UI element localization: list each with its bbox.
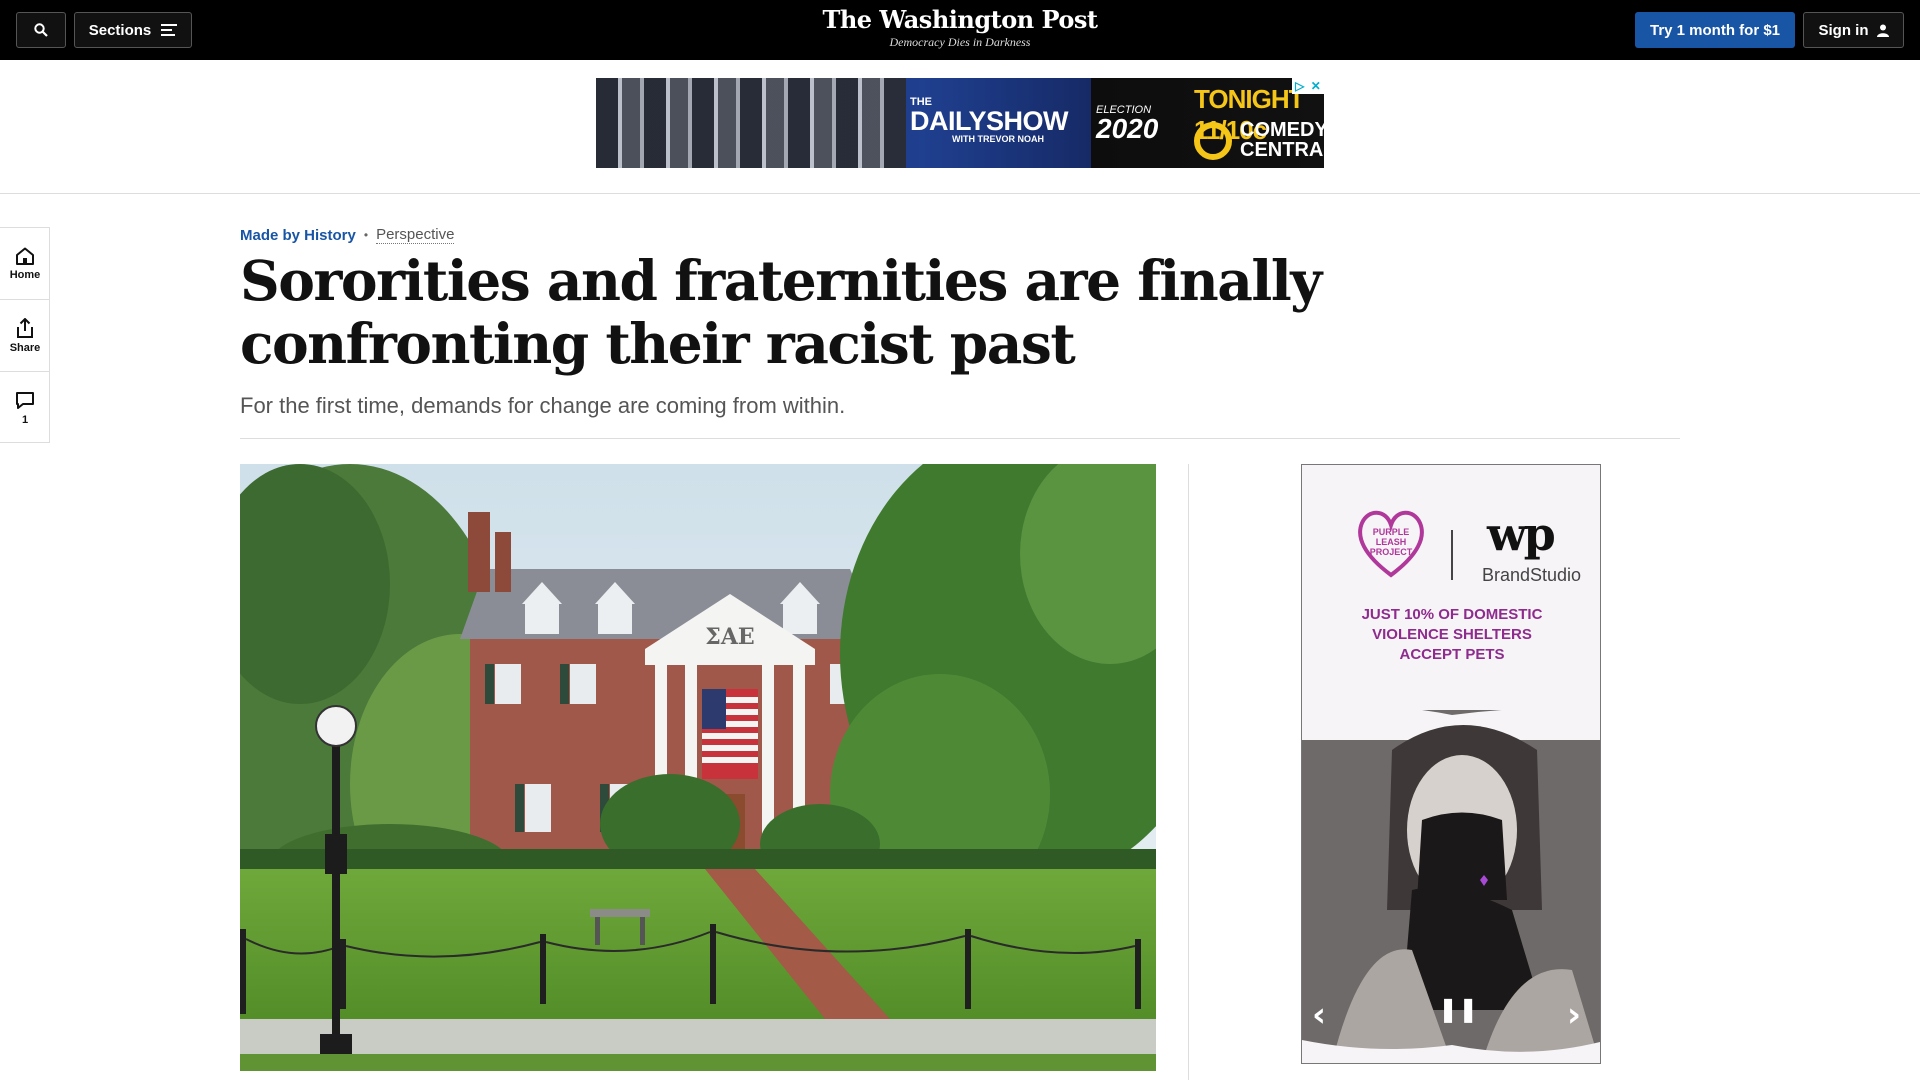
subscribe-button[interactable]: Try 1 month for $1 bbox=[1635, 12, 1795, 48]
rail-share-button[interactable]: Share bbox=[0, 300, 50, 372]
rail-comments-count: 1 bbox=[21, 413, 29, 426]
column-divider bbox=[1188, 464, 1189, 1080]
ad-copy-line-2: VIOLENCE SHELTERS bbox=[1372, 626, 1532, 643]
ad-election: ELECTION 2020 bbox=[1096, 104, 1159, 144]
rail-home-button[interactable]: Home bbox=[0, 228, 50, 300]
ad-network-line2: CENTRAL bbox=[1240, 139, 1324, 161]
ad-headline: JUST 10% OF DOMESTIC VIOLENCE SHELTERS A… bbox=[1322, 605, 1582, 665]
ad-pause-button[interactable]: ❚❚ bbox=[1438, 995, 1478, 1023]
logo-line-2: LEASH bbox=[1375, 537, 1407, 547]
ad-prev-arrow[interactable]: ‹ bbox=[1312, 995, 1326, 1035]
article-subheadline: For the first time, demands for change a… bbox=[240, 393, 846, 418]
article-headline: Sororities and fraternities are finally … bbox=[240, 248, 1322, 376]
article-side-rail: Home Share 1 bbox=[0, 227, 50, 443]
logo-divider bbox=[1451, 530, 1453, 580]
fraternity-house-image: ΣΑΕ bbox=[240, 464, 1156, 1071]
rail-share-label: Share bbox=[9, 341, 41, 354]
article-kicker: Made by History • Perspective bbox=[240, 226, 455, 244]
user-icon bbox=[1876, 24, 1889, 37]
logo-line-1: PURPLE bbox=[1372, 527, 1410, 537]
greek-letters: ΣΑΕ bbox=[705, 624, 754, 650]
ad-choices-icon[interactable]: ▷ ✕ bbox=[1292, 78, 1324, 94]
lead-photo[interactable]: ΣΑΕ bbox=[240, 464, 1156, 1071]
logo-line-3: PROJECT bbox=[1369, 547, 1413, 557]
share-icon bbox=[17, 317, 33, 338]
perspective-label[interactable]: Perspective bbox=[376, 226, 455, 244]
ad-info-icon: ▷ bbox=[1295, 79, 1305, 93]
masthead-name: The Washington Post bbox=[822, 5, 1098, 34]
brandstudio-label: BrandStudio bbox=[1482, 565, 1582, 585]
masthead-tagline: Democracy Dies in Darkness bbox=[889, 35, 1031, 49]
comedy-central-logo bbox=[1194, 122, 1232, 160]
home-icon bbox=[16, 247, 34, 265]
sign-in-label: Sign in bbox=[1818, 21, 1869, 39]
hamburger-icon bbox=[161, 24, 178, 36]
sections-label: Sections bbox=[88, 21, 152, 39]
search-icon bbox=[34, 23, 48, 37]
rail-home-label: Home bbox=[9, 268, 41, 281]
rail-comments-button[interactable]: 1 bbox=[0, 372, 50, 444]
top-navigation: Sections The Washington Post Democracy D… bbox=[0, 0, 1920, 60]
ad-cast-photo bbox=[596, 78, 906, 168]
ad-network: COMEDY CENTRAL bbox=[1240, 120, 1324, 160]
comment-icon bbox=[16, 391, 34, 409]
ad-close-icon[interactable]: ✕ bbox=[1311, 79, 1321, 93]
ad-next-arrow[interactable]: › bbox=[1567, 995, 1581, 1035]
ad-copy-line-3: ACCEPT PETS bbox=[1399, 646, 1505, 663]
purple-leash-logo-text: PURPLE LEASH PROJECT bbox=[1360, 527, 1422, 557]
sign-in-button[interactable]: Sign in bbox=[1803, 12, 1904, 48]
ad-copy-line-1: JUST 10% OF DOMESTIC bbox=[1361, 606, 1543, 623]
ad-election-year: 2020 bbox=[1096, 113, 1159, 144]
section-link[interactable]: Made by History bbox=[240, 227, 356, 244]
sections-button[interactable]: Sections bbox=[74, 12, 192, 48]
ad-network-line1: COMEDY bbox=[1240, 119, 1324, 141]
masthead-logo[interactable]: The Washington Post Democracy Dies in Da… bbox=[760, 6, 1160, 50]
header-divider bbox=[240, 438, 1680, 439]
ad-show-name: DAILYSHOW bbox=[910, 106, 1069, 136]
ad-show-title: THE DAILYSHOW WITH TREVOR NOAH bbox=[910, 96, 1069, 144]
search-button[interactable] bbox=[16, 12, 66, 48]
kicker-separator: • bbox=[363, 228, 369, 242]
ad-banner-area: THE DAILYSHOW WITH TREVOR NOAH ELECTION … bbox=[0, 60, 1920, 194]
wp-logo: wp bbox=[1487, 507, 1556, 561]
daily-show-ad[interactable]: THE DAILYSHOW WITH TREVOR NOAH ELECTION … bbox=[596, 78, 1324, 168]
brandstudio-ad[interactable]: PURPLE LEASH PROJECT wp BrandStudio JUST… bbox=[1301, 464, 1601, 1064]
